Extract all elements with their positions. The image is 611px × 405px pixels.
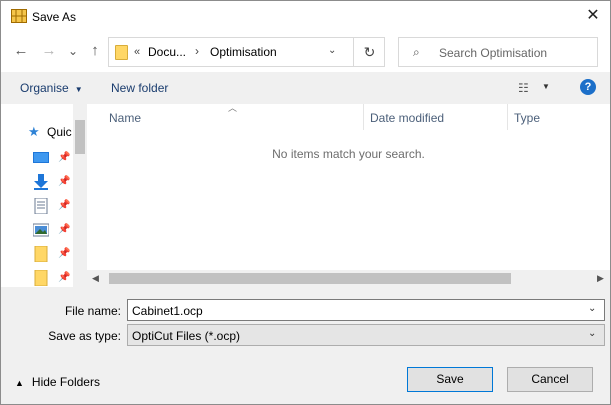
folder-icon — [115, 45, 128, 60]
scroll-left-icon[interactable]: ◀ — [92, 273, 99, 284]
address-dropdown-icon[interactable]: ⌄ — [328, 45, 336, 56]
forward-arrow-icon[interactable]: → — [41, 43, 57, 59]
navigation-scrollbar[interactable] — [73, 104, 87, 287]
column-header-type[interactable]: Type — [514, 111, 540, 125]
organise-caret-icon: ▼ — [74, 85, 83, 94]
address-bar[interactable]: « Docu... › Optimisation ⌄ ↻ — [108, 37, 385, 67]
breadcrumb-documents[interactable]: Docu... — [148, 45, 186, 59]
hide-folders-label: Hide Folders — [31, 375, 100, 389]
cancel-button[interactable]: Cancel — [507, 367, 593, 392]
pin-icon: 📌 — [58, 272, 71, 283]
desktop-icon[interactable] — [33, 150, 49, 166]
pin-icon: 📌 — [58, 248, 71, 259]
save-as-type-label: Save as type: — [48, 329, 121, 343]
window-title: Save As — [32, 10, 77, 24]
column-header-date-modified[interactable]: Date modified — [370, 111, 444, 125]
scrollbar-thumb[interactable] — [109, 273, 511, 284]
back-arrow-icon[interactable]: ← — [13, 43, 29, 59]
close-icon[interactable]: ✕ — [579, 5, 607, 27]
save-as-dialog: Save As ✕ ← → ⌄ ↑ « Docu... › Optimisati… — [0, 0, 611, 405]
folder-icon[interactable] — [33, 245, 49, 263]
save-as-type-select[interactable]: OptiCut Files (*.ocp) ⌄ — [127, 324, 605, 346]
help-icon[interactable]: ? — [580, 79, 596, 95]
search-box[interactable]: ⌕ Search Optimisation — [398, 37, 598, 67]
search-icon: ⌕ — [413, 45, 420, 59]
scroll-right-icon[interactable]: ▶ — [597, 273, 604, 284]
column-divider[interactable] — [363, 104, 364, 130]
app-icon — [11, 9, 27, 23]
overflow-chevron-icon[interactable]: « — [134, 46, 140, 58]
column-divider[interactable] — [507, 104, 508, 130]
up-arrow-icon[interactable]: ↑ — [87, 43, 103, 59]
star-icon[interactable]: ★ — [28, 124, 40, 140]
refresh-icon[interactable]: ↻ — [353, 38, 385, 66]
organise-label: Organise — [20, 81, 69, 95]
title-bar: Save As ✕ — [1, 1, 610, 32]
sort-ascending-icon: ︿ — [228, 103, 238, 113]
navigation-bar: ← → ⌄ ↑ « Docu... › Optimisation ⌄ ↻ ⌕ S… — [1, 32, 610, 72]
chevron-up-icon: ▲ — [15, 378, 24, 388]
folder-icon[interactable] — [33, 269, 49, 287]
search-placeholder[interactable]: Search Optimisation — [439, 46, 547, 60]
horizontal-scrollbar[interactable]: ◀ ▶ — [87, 270, 610, 287]
quick-access-label[interactable]: Quic — [47, 125, 72, 139]
empty-message: No items match your search. — [272, 147, 425, 161]
recent-locations-icon[interactable]: ⌄ — [65, 43, 81, 59]
save-as-type-value[interactable]: OptiCut Files (*.ocp) — [132, 329, 240, 343]
pictures-icon[interactable] — [32, 222, 50, 238]
pin-icon: 📌 — [58, 224, 71, 235]
breadcrumb-optimisation[interactable]: Optimisation — [210, 45, 277, 59]
downloads-icon[interactable] — [33, 174, 49, 190]
breadcrumb-separator-icon[interactable]: › — [195, 44, 199, 58]
file-name-label: File name: — [64, 304, 121, 318]
new-folder-button[interactable]: New folder — [111, 81, 168, 95]
pin-icon: 📌 — [58, 152, 71, 163]
hide-folders-button[interactable]: ▲ Hide Folders — [15, 375, 100, 389]
file-name-field[interactable]: Cabinet1.ocp ⌄ — [127, 299, 605, 321]
save-button[interactable]: Save — [407, 367, 493, 392]
view-options-icon[interactable]: ☷ — [518, 81, 529, 95]
scrollbar-thumb[interactable] — [75, 120, 85, 154]
chevron-down-icon[interactable]: ⌄ — [588, 328, 596, 339]
organise-button[interactable]: Organise ▼ — [20, 81, 83, 95]
pin-icon: 📌 — [58, 176, 71, 187]
chevron-down-icon[interactable]: ⌄ — [588, 303, 596, 314]
column-header-name[interactable]: Name — [109, 111, 141, 125]
command-bar: Organise ▼ New folder ☷ ▼ ? — [1, 72, 610, 104]
documents-icon[interactable] — [33, 197, 49, 215]
file-list: ︿ Name Date modified Type No items match… — [87, 103, 610, 287]
view-dropdown-icon[interactable]: ▼ — [542, 82, 550, 91]
pin-icon: 📌 — [58, 200, 71, 211]
file-name-value[interactable]: Cabinet1.ocp — [132, 304, 203, 318]
